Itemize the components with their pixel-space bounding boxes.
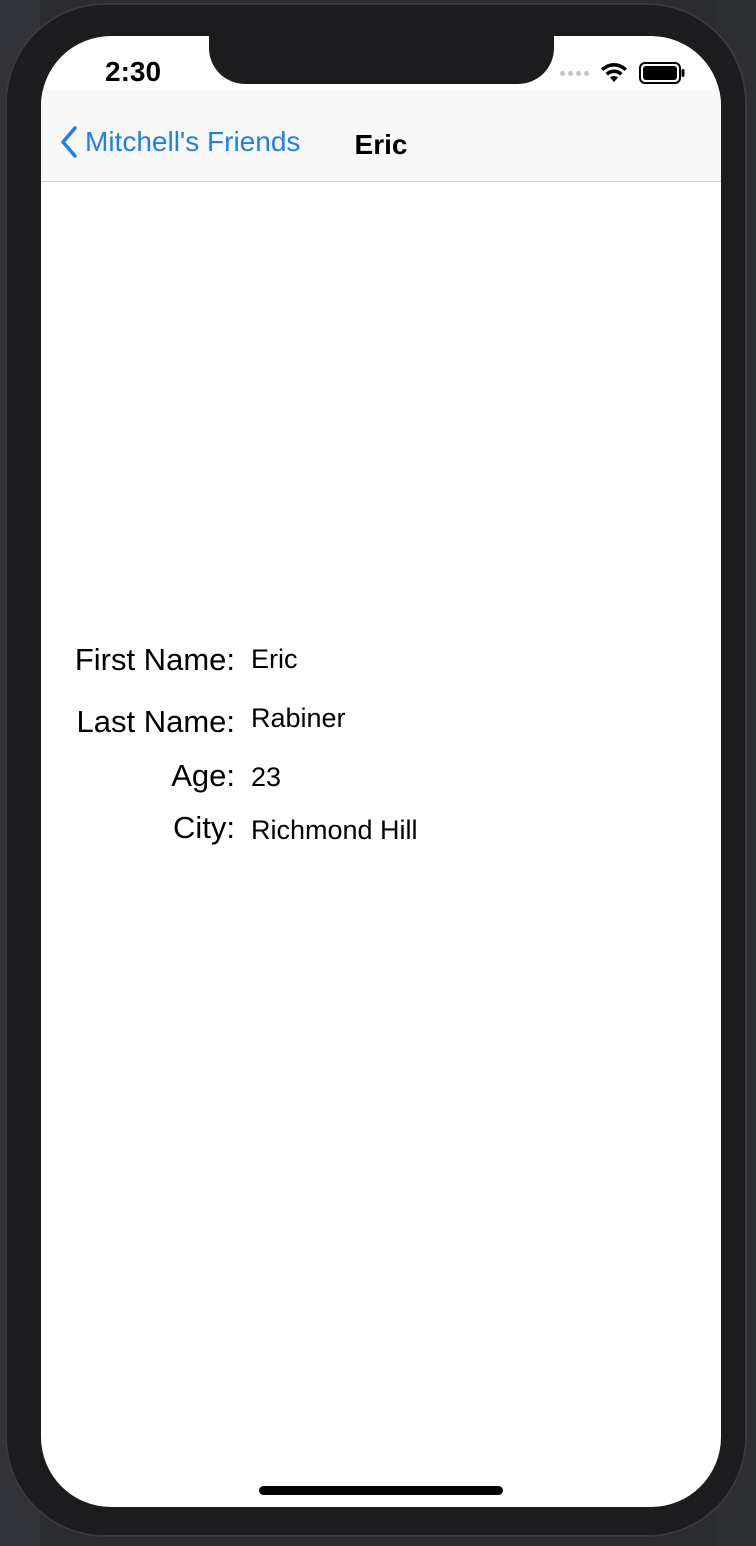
- field-row-last-name: Last Name: Rabiner: [41, 703, 721, 754]
- status-time: 2:30: [105, 56, 162, 87]
- field-value: Eric: [251, 644, 298, 674]
- navigation-bar: Mitchell's Friends Eric: [41, 91, 721, 182]
- field-value: 23: [251, 762, 282, 792]
- signal-dots-icon: [560, 70, 589, 76]
- field-row-city: City: Richmond Hill: [41, 810, 721, 860]
- home-indicator[interactable]: [259, 1486, 503, 1495]
- iphone-simulator: 2:30 Mitchell's Friends Eric First Name:…: [5, 3, 747, 1537]
- field-label: City:: [173, 810, 235, 845]
- battery-icon: [639, 62, 685, 84]
- field-row-age: Age: 23: [41, 758, 721, 808]
- wifi-icon: [601, 63, 627, 82]
- field-label: Last Name:: [76, 704, 235, 739]
- field-row-first-name: First Name: Eric: [41, 642, 721, 692]
- field-label: Age:: [171, 758, 235, 793]
- page-title: Eric: [41, 129, 721, 161]
- page-title-text: Eric: [354, 129, 408, 160]
- app-screen: 2:30 Mitchell's Friends Eric First Name:…: [41, 36, 721, 1507]
- status-icons: [560, 62, 685, 84]
- field-value: Richmond Hill: [251, 815, 418, 845]
- device-notch: [209, 36, 554, 84]
- field-value: Rabiner: [251, 703, 346, 733]
- friend-detail-view: First Name: Eric Last Name: Rabiner Age:…: [41, 182, 721, 1482]
- field-label: First Name:: [74, 642, 235, 677]
